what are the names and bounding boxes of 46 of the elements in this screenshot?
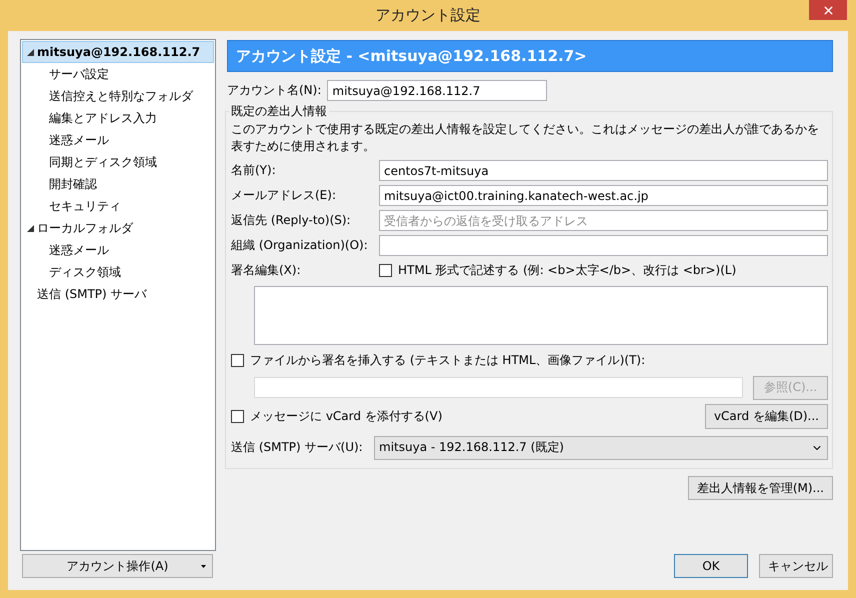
field-label: メールアドレス(E): xyxy=(231,187,337,204)
tree-item[interactable]: サーバ設定 xyxy=(22,63,214,85)
tree-item[interactable]: 迷惑メール xyxy=(22,239,214,261)
expand-triangle-icon[interactable] xyxy=(27,48,34,56)
tree-item[interactable]: 同期とディスク領域 xyxy=(22,151,214,173)
dialog-button[interactable]: キャンセル xyxy=(759,554,833,578)
field-label: 組織 (Organization)(O): xyxy=(231,237,369,254)
group-title: 既定の差出人情報 xyxy=(230,103,328,120)
signature-field[interactable] xyxy=(254,286,828,345)
dialog-button[interactable]: OK xyxy=(674,554,748,578)
tree-item[interactable]: 開封確認 xyxy=(22,173,214,195)
checkbox[interactable] xyxy=(231,354,244,366)
field-label: アカウント名(N): xyxy=(227,82,322,99)
field-label: 署名編集(X): xyxy=(231,262,302,279)
close-icon xyxy=(822,4,834,16)
tree-item[interactable]: セキュリティ xyxy=(22,195,214,217)
account-actions-button[interactable]: アカウント操作(A) xyxy=(22,554,213,578)
window-title: アカウント設定 xyxy=(376,6,480,25)
text-field[interactable]: 受信者からの返信を受け取るアドレス xyxy=(379,210,828,231)
checkbox[interactable] xyxy=(231,410,244,423)
tree-item[interactable]: ディスク領域 xyxy=(22,261,214,283)
field-label: 送信 (SMTP) サーバ(U): xyxy=(231,439,364,456)
caret-icon xyxy=(201,565,206,568)
edit-vcard-button[interactable]: vCard を編集(D)... xyxy=(704,404,828,429)
page-header: アカウント設定 - <mitsuya@192.168.112.7> xyxy=(227,40,833,72)
tree-item[interactable]: 迷惑メール xyxy=(22,129,214,151)
text-field[interactable]: mitsuya@ict00.training.kanatech-west.ac.jp xyxy=(379,185,828,206)
checkbox-label: ファイルから署名を挿入する (テキストまたは HTML、画像ファイル)(T): xyxy=(250,352,646,368)
text-field[interactable]: centos7t-mitsuya xyxy=(379,160,828,181)
description-text: このアカウントで使用する既定の差出人情報を設定してください。これはメッセージの差出人が誰であるかを表すために使用されます。 xyxy=(231,121,820,155)
tree-item[interactable]: ローカルフォルダ xyxy=(22,217,214,239)
tree-item[interactable]: mitsuya@192.168.112.7 xyxy=(22,41,214,63)
checkbox[interactable] xyxy=(379,264,392,277)
text-field[interactable] xyxy=(379,235,828,256)
tree-item[interactable]: 送信控えと特別なフォルダ xyxy=(22,85,214,107)
account-name-field[interactable]: mitsuya@192.168.112.7 xyxy=(327,80,548,101)
checkbox-label: HTML 形式で記述する (例: <b>太字</b>、改行は <br>)(L) xyxy=(398,262,736,279)
manage-identities-button[interactable]: 差出人情報を管理(M)... xyxy=(688,476,833,500)
checkbox-label: メッセージに vCard を添付する(V) xyxy=(250,408,442,425)
field-label: 返信先 (Reply-to)(S): xyxy=(231,212,352,229)
expand-triangle-icon[interactable] xyxy=(27,224,34,232)
smtp-server-dropdown[interactable]: mitsuya - 192.168.112.7 (既定) xyxy=(374,436,828,460)
tree-item[interactable]: 編集とアドレス入力 xyxy=(22,107,214,129)
field-label: 名前(Y): xyxy=(231,162,277,179)
close-button[interactable] xyxy=(809,0,847,20)
tree-item[interactable]: 送信 (SMTP) サーバ xyxy=(22,283,214,305)
